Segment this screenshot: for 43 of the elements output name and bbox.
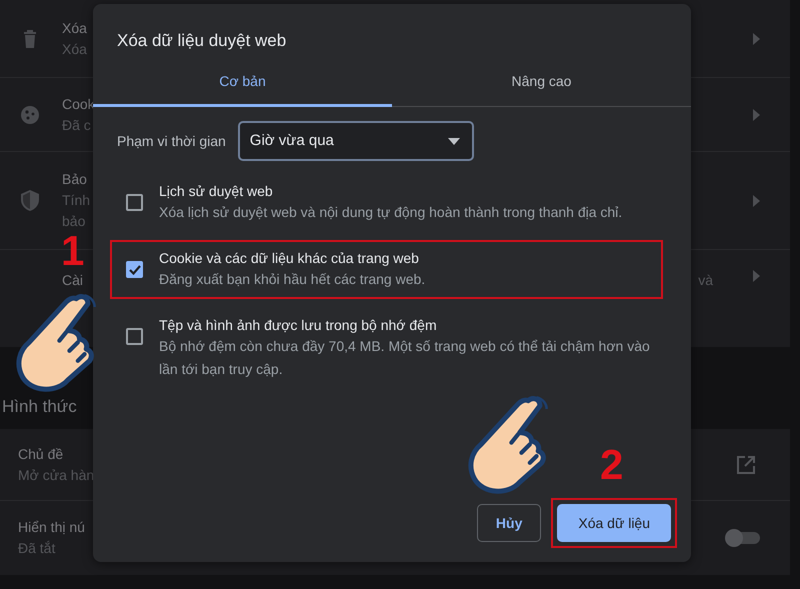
cookie-icon <box>20 104 40 124</box>
step-number: 2 <box>600 444 624 486</box>
option-description: Xóa lịch sử duyệt web và nội dung tự động hoàn thành trong thanh địa chỉ. <box>159 203 622 222</box>
trash-icon <box>23 30 37 48</box>
field-label: Phạm vi thời gian <box>117 132 226 151</box>
time-range-dropdown[interactable]: Giờ vừa qua <box>238 121 474 161</box>
cancel-button[interactable]: Hủy <box>476 504 542 542</box>
setting-title: Hiển thị nú <box>18 518 85 537</box>
option-description: Đăng xuất bạn khỏi hầu hết các trang web. <box>159 270 426 289</box>
option-description: Bộ nhớ đệm còn chưa đầy 70,4 MB. Một số trang web có thể tải chậm hơn vào lần tới bạn truy cập. <box>159 337 651 379</box>
checkbox[interactable] <box>126 328 143 345</box>
clear-data-button[interactable]: Xóa dữ liệu <box>557 504 671 542</box>
chevron-right-icon[interactable] <box>753 32 760 44</box>
step-number: 1 <box>61 230 84 272</box>
setting-title: Bảo <box>62 170 87 189</box>
setting-title: Cài <box>62 271 84 290</box>
setting-title: Chủ đề <box>18 444 64 464</box>
external-link-icon[interactable] <box>737 456 755 474</box>
checkmark-icon <box>128 264 140 274</box>
checkbox[interactable] <box>126 194 143 211</box>
checkbox[interactable] <box>126 261 143 278</box>
chevron-right-icon[interactable] <box>753 270 760 282</box>
dropdown-caret-icon <box>448 138 460 144</box>
tab[interactable]: Cơ bản <box>93 62 392 107</box>
option-title: Tệp và hình ảnh được lưu trong bộ nhớ đệm <box>159 316 438 335</box>
dialog-title: Xóa dữ liệu duyệt web <box>116 30 288 52</box>
setting-description: Đã tắt <box>18 539 56 558</box>
setting-title: Cook <box>62 94 95 114</box>
toggle-switch[interactable] <box>724 528 762 548</box>
setting-description: Đã c <box>62 116 91 134</box>
setting-description: bảo <box>62 212 86 231</box>
section-heading: Hình thức <box>2 396 77 418</box>
setting-description: Tính <box>62 191 90 210</box>
chevron-right-icon[interactable] <box>753 108 760 120</box>
option-title: Cookie và các dữ liệu khác của trang web <box>159 249 420 268</box>
setting-title: Xóa <box>62 18 87 38</box>
setting-description: Xóa <box>62 40 87 58</box>
setting-description: và <box>698 271 713 290</box>
chevron-right-icon[interactable] <box>753 194 760 206</box>
shield-icon <box>21 190 39 211</box>
tab[interactable]: Nâng cao <box>392 62 691 107</box>
setting-description: Mở cửa hàn <box>18 466 94 484</box>
option-title: Lịch sử duyệt web <box>159 182 274 201</box>
